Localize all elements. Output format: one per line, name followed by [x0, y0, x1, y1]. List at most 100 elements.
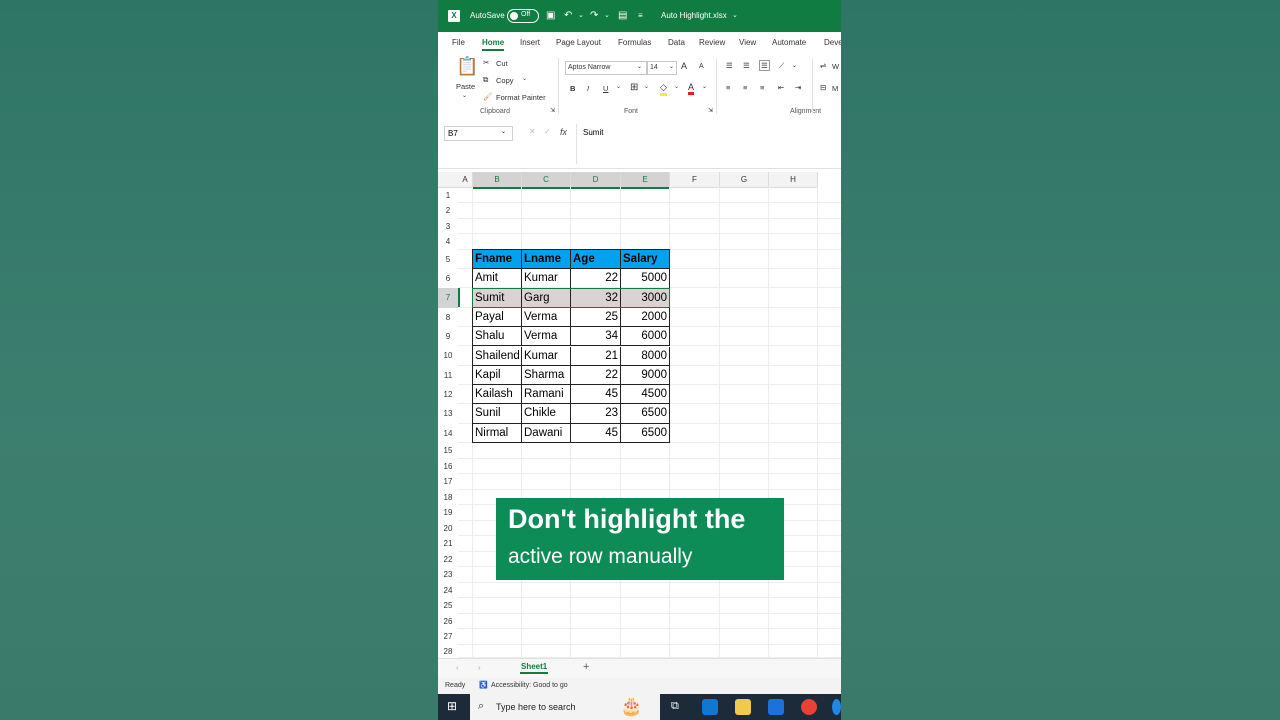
table-cell[interactable]: Sharma: [522, 365, 571, 386]
table-header-cell[interactable]: Fname: [473, 250, 522, 270]
italic-button[interactable]: I: [587, 84, 589, 93]
row-header-13[interactable]: 13: [438, 404, 458, 424]
table-cell[interactable]: Sunil: [473, 404, 522, 424]
taskbar-search-box[interactable]: ⌕ Type here to search 🎂: [470, 694, 660, 720]
table-cell[interactable]: Shalu: [473, 327, 522, 347]
row-header-21[interactable]: 21: [438, 536, 458, 552]
orientation-dropdown-icon[interactable]: ⌄: [792, 62, 797, 69]
fill-color-icon[interactable]: ◇: [660, 82, 667, 96]
format-painter-icon[interactable]: 🖌: [483, 92, 493, 101]
tab-automate[interactable]: Automate: [772, 38, 806, 47]
underline-dropdown-icon[interactable]: ⌄: [616, 83, 621, 90]
outlook-icon[interactable]: [832, 699, 841, 715]
table-cell[interactable]: Payal: [473, 307, 522, 328]
table-cell[interactable]: 34: [571, 327, 621, 347]
row-header-3[interactable]: 3: [438, 219, 458, 234]
table-header-cell[interactable]: Age: [571, 250, 621, 270]
row-header-1[interactable]: 1: [438, 188, 458, 203]
merge-center-icon[interactable]: ⊟: [820, 83, 826, 92]
worksheet-grid[interactable]: A B C D E F G H 1 2 3 4 5 6 7 8 9 10 11 12 13 14 15 16 17 18 19 20 2…: [438, 172, 841, 658]
insert-function-icon[interactable]: fx: [560, 127, 567, 137]
table-cell[interactable]: 45: [571, 423, 621, 443]
undo-icon[interactable]: ↶: [564, 10, 572, 22]
row-header-18[interactable]: 18: [438, 490, 458, 505]
column-header-d[interactable]: D: [571, 172, 621, 189]
chrome-icon[interactable]: [801, 699, 817, 715]
edge-icon[interactable]: [702, 699, 718, 715]
row-header-20[interactable]: 20: [438, 521, 458, 536]
align-middle-icon[interactable]: ☰: [743, 61, 750, 70]
shrink-font-button[interactable]: A: [699, 63, 704, 70]
add-sheet-button[interactable]: +: [583, 661, 589, 673]
copy-button[interactable]: Copy: [496, 76, 514, 85]
file-explorer-icon[interactable]: [735, 699, 751, 715]
column-header-e[interactable]: E: [621, 172, 670, 189]
filename-dropdown-icon[interactable]: ⌄: [732, 10, 738, 22]
orientation-icon[interactable]: ⟋: [779, 61, 784, 71]
copy-icon[interactable]: ⧉: [483, 75, 488, 85]
row-header-14[interactable]: 14: [438, 424, 458, 443]
align-left-icon[interactable]: ≡: [726, 83, 730, 92]
redo-icon[interactable]: ↷: [590, 10, 598, 22]
row-header-19[interactable]: 19: [438, 505, 458, 521]
copy-dropdown-icon[interactable]: ⌄: [522, 75, 527, 82]
table-cell[interactable]: Verma: [522, 327, 571, 347]
table-cell[interactable]: Verma: [522, 307, 571, 328]
tab-page-layout[interactable]: Page Layout: [556, 38, 601, 47]
tab-home[interactable]: Home: [482, 38, 505, 51]
table-cell[interactable]: 9000: [621, 365, 670, 386]
table-cell[interactable]: Kailash: [473, 385, 522, 405]
format-painter-button[interactable]: Format Painter: [496, 93, 546, 102]
table-cell[interactable]: 32: [571, 288, 621, 308]
table-cell[interactable]: 6500: [621, 404, 670, 424]
windows-start-icon[interactable]: ⊞: [447, 699, 457, 713]
prev-sheet-icon[interactable]: ‹: [456, 663, 459, 672]
row-header-7[interactable]: 7: [438, 288, 460, 308]
font-color-icon[interactable]: A: [688, 82, 695, 95]
autosave-toggle[interactable]: Off: [507, 9, 539, 23]
bold-button[interactable]: B: [570, 84, 575, 93]
table-cell[interactable]: Dawani: [522, 423, 571, 443]
name-box-dropdown-icon[interactable]: ⌄: [501, 128, 506, 135]
row-header-28[interactable]: 28: [438, 645, 458, 658]
column-header-b[interactable]: B: [473, 172, 522, 189]
table-cell[interactable]: 5000: [621, 269, 670, 289]
tab-developer[interactable]: Deve: [824, 38, 841, 47]
wrap-text-icon[interactable]: ⇌: [820, 61, 826, 70]
table-cell[interactable]: Kumar: [522, 269, 571, 289]
wrap-text-button[interactable]: W: [832, 62, 839, 71]
paste-dropdown-icon[interactable]: ⌄: [462, 92, 467, 99]
table-cell[interactable]: Kapil: [473, 365, 522, 386]
table-cell[interactable]: 25: [571, 307, 621, 328]
row-header-24[interactable]: 24: [438, 583, 458, 598]
row-header-4[interactable]: 4: [438, 234, 458, 250]
row-header-27[interactable]: 27: [438, 629, 458, 645]
mail-icon[interactable]: [768, 699, 784, 715]
align-right-icon[interactable]: ≡: [760, 83, 764, 92]
increase-indent-icon[interactable]: ⇥: [795, 83, 801, 92]
borders-dropdown-icon[interactable]: ⌄: [644, 83, 649, 90]
row-header-2[interactable]: 2: [438, 203, 458, 219]
column-header-g[interactable]: G: [720, 172, 769, 188]
select-all-corner[interactable]: [438, 172, 459, 188]
table-cell[interactable]: Chikle: [522, 404, 571, 424]
align-center-icon[interactable]: ≡: [743, 83, 747, 92]
table-cell[interactable]: Shailend: [473, 346, 522, 366]
align-bottom-icon[interactable]: ☰: [759, 60, 770, 71]
row-header-23[interactable]: 23: [438, 567, 458, 583]
table-cell[interactable]: 6500: [621, 423, 670, 443]
tab-data[interactable]: Data: [668, 38, 685, 47]
sheet-tab-sheet1[interactable]: Sheet1: [520, 662, 549, 674]
clipboard-launcher-icon[interactable]: ⇲: [550, 107, 555, 114]
confirm-entry-icon[interactable]: ✓: [544, 127, 551, 136]
undo-dropdown-icon[interactable]: ⌄: [578, 10, 584, 22]
paste-icon[interactable]: 📋: [456, 56, 478, 77]
column-header-h[interactable]: H: [769, 172, 818, 188]
tab-view[interactable]: View: [739, 38, 756, 47]
font-name-select[interactable]: Aptos Narrow: [565, 61, 647, 75]
next-sheet-icon[interactable]: ›: [478, 663, 481, 672]
table-cell[interactable]: 21: [571, 346, 621, 366]
redo-dropdown-icon[interactable]: ⌄: [604, 10, 610, 22]
accessibility-status[interactable]: Accessibility: Good to go: [491, 682, 568, 689]
font-size-dropdown-icon[interactable]: ⌄: [669, 63, 674, 70]
